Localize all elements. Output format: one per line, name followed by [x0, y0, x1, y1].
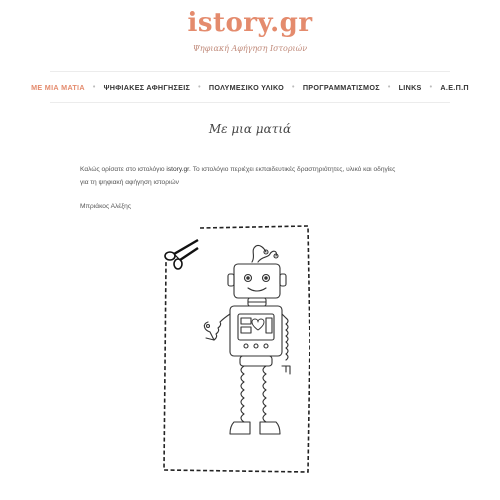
author-name: Μπριάκος Αλέξης — [80, 203, 132, 210]
page-title: Με μια ματιά — [208, 122, 292, 136]
nav-separator: • — [92, 83, 96, 91]
site-tagline: Ψηφιακή Αφήγηση Ιστοριών — [192, 44, 308, 53]
intro-prefix: Καλώς ορίσατε στο ιστολόγιο — [80, 166, 167, 173]
main-nav: ΜΕ ΜΙΑ ΜΑΤΙΑ • ΨΗΦΙΑΚΕΣ ΑΦΗΓΗΣΕΙΣ • ΠΟΛΥ… — [31, 71, 469, 103]
robot-illustration — [163, 225, 311, 473]
nav-item-aepp[interactable]: Α.Ε.Π.Π — [440, 83, 468, 92]
nav-item-polymesiko-yliko[interactable]: ΠΟΛΥΜΕΣΙΚΟ ΥΛΙΚΟ — [209, 83, 284, 92]
nav-item-me-mia-matia[interactable]: ΜΕ ΜΙΑ ΜΑΤΙΑ — [31, 83, 85, 92]
scissors-icon — [164, 238, 199, 270]
intro-site-name: istory.gr — [166, 166, 190, 173]
intro-text: Καλώς ορίσατε στο ιστολόγιο istory.gr. Τ… — [80, 163, 400, 189]
nav-item-psifiakes-afigiseis[interactable]: ΨΗΦΙΑΚΕΣ ΑΦΗΓΗΣΕΙΣ — [104, 83, 191, 92]
robot-cutout-image — [160, 222, 311, 474]
nav-separator: • — [198, 83, 201, 91]
site-title[interactable]: istory.gr — [0, 8, 500, 38]
nav-separator: • — [387, 83, 391, 91]
nav-item-programmatismos[interactable]: ΠΡΟΓΡΑΜΜΑΤΙΣΜΟΣ — [303, 83, 380, 92]
nav-item-links[interactable]: LINKS — [399, 83, 422, 92]
nav-separator: • — [429, 83, 433, 91]
nav-separator: • — [292, 83, 295, 91]
